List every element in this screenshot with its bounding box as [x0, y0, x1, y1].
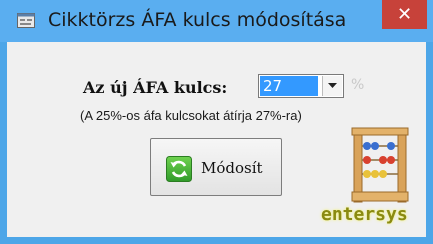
modify-button-label: Módosít: [201, 159, 263, 177]
title-bar[interactable]: Cikktörzs ÁFA kulcs módosítása ✕: [0, 0, 433, 42]
entersys-logo: entersys: [321, 204, 408, 225]
refresh-icon: [166, 156, 192, 182]
close-button[interactable]: ✕: [382, 0, 427, 29]
vat-rate-label: Az új ÁFA kulcs:: [83, 78, 228, 97]
dialog-window: Cikktörzs ÁFA kulcs módosítása ✕ Az új Á…: [0, 0, 433, 244]
abacus-icon: [351, 127, 409, 203]
percent-label: %: [351, 77, 365, 93]
vat-rate-select[interactable]: 27: [258, 74, 344, 98]
window-title: Cikktörzs ÁFA kulcs módosítása: [48, 9, 347, 31]
chevron-down-icon: [328, 83, 337, 88]
vat-rate-selected-value[interactable]: 27: [260, 76, 318, 96]
hint-text: (A 25%-os áfa kulcsokat átírja 27%-ra): [80, 108, 302, 123]
modify-button[interactable]: Módosít: [150, 138, 282, 196]
close-icon: ✕: [396, 3, 413, 25]
dropdown-button[interactable]: [322, 76, 342, 96]
app-window-icon: [17, 13, 35, 28]
